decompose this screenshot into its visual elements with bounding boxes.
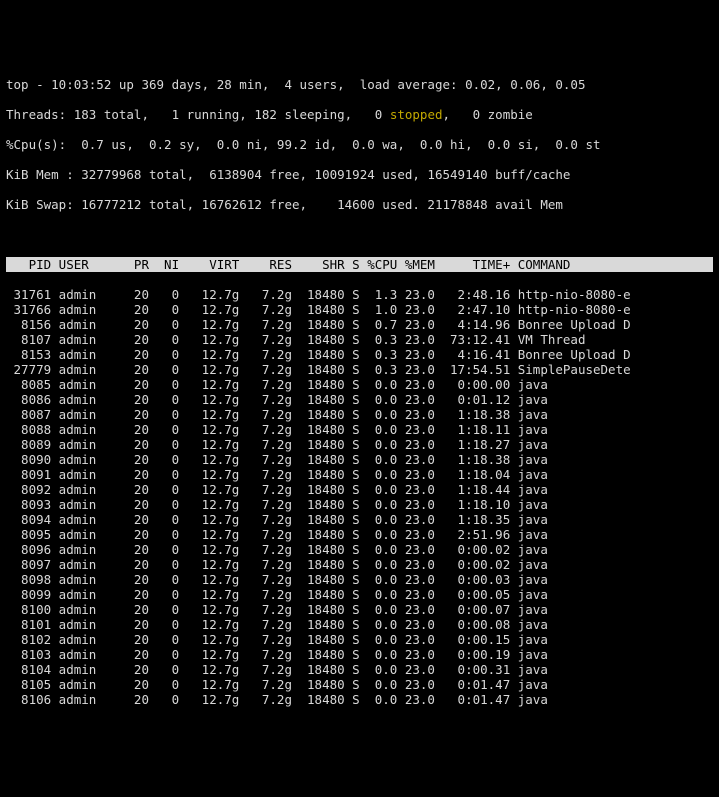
process-row: 8097 admin 20 0 12.7g 7.2g 18480 S 0.0 2… bbox=[6, 557, 713, 572]
process-row: 8096 admin 20 0 12.7g 7.2g 18480 S 0.0 2… bbox=[6, 542, 713, 557]
process-row: 8091 admin 20 0 12.7g 7.2g 18480 S 0.0 2… bbox=[6, 467, 713, 482]
process-row: 8104 admin 20 0 12.7g 7.2g 18480 S 0.0 2… bbox=[6, 662, 713, 677]
process-row: 8086 admin 20 0 12.7g 7.2g 18480 S 0.0 2… bbox=[6, 392, 713, 407]
process-row: 8105 admin 20 0 12.7g 7.2g 18480 S 0.0 2… bbox=[6, 677, 713, 692]
process-row: 8085 admin 20 0 12.7g 7.2g 18480 S 0.0 2… bbox=[6, 377, 713, 392]
process-list: 31761 admin 20 0 12.7g 7.2g 18480 S 1.3 … bbox=[6, 287, 713, 707]
top-summary-swap: KiB Swap: 16777212 total, 16762612 free,… bbox=[6, 197, 713, 212]
process-row: 8099 admin 20 0 12.7g 7.2g 18480 S 0.0 2… bbox=[6, 587, 713, 602]
process-row: 31766 admin 20 0 12.7g 7.2g 18480 S 1.0 … bbox=[6, 302, 713, 317]
terminal[interactable]: top - 10:03:52 up 369 days, 28 min, 4 us… bbox=[0, 60, 719, 722]
column-header: PID USER PR NI VIRT RES SHR S %CPU %MEM … bbox=[6, 257, 713, 272]
top-summary-line1: top - 10:03:52 up 369 days, 28 min, 4 us… bbox=[6, 77, 713, 92]
process-row: 8092 admin 20 0 12.7g 7.2g 18480 S 0.0 2… bbox=[6, 482, 713, 497]
process-row: 8088 admin 20 0 12.7g 7.2g 18480 S 0.0 2… bbox=[6, 422, 713, 437]
process-row: 8094 admin 20 0 12.7g 7.2g 18480 S 0.0 2… bbox=[6, 512, 713, 527]
process-row: 8087 admin 20 0 12.7g 7.2g 18480 S 0.0 2… bbox=[6, 407, 713, 422]
stopped-label: stopped bbox=[390, 107, 443, 122]
blank-line bbox=[6, 227, 713, 242]
process-row: 8153 admin 20 0 12.7g 7.2g 18480 S 0.3 2… bbox=[6, 347, 713, 362]
process-row: 8100 admin 20 0 12.7g 7.2g 18480 S 0.0 2… bbox=[6, 602, 713, 617]
process-row: 8098 admin 20 0 12.7g 7.2g 18480 S 0.0 2… bbox=[6, 572, 713, 587]
process-row: 8156 admin 20 0 12.7g 7.2g 18480 S 0.7 2… bbox=[6, 317, 713, 332]
process-row: 31761 admin 20 0 12.7g 7.2g 18480 S 1.3 … bbox=[6, 287, 713, 302]
process-row: 8090 admin 20 0 12.7g 7.2g 18480 S 0.0 2… bbox=[6, 452, 713, 467]
process-row: 8089 admin 20 0 12.7g 7.2g 18480 S 0.0 2… bbox=[6, 437, 713, 452]
top-summary-cpu: %Cpu(s): 0.7 us, 0.2 sy, 0.0 ni, 99.2 id… bbox=[6, 137, 713, 152]
process-row: 8103 admin 20 0 12.7g 7.2g 18480 S 0.0 2… bbox=[6, 647, 713, 662]
process-row: 8101 admin 20 0 12.7g 7.2g 18480 S 0.0 2… bbox=[6, 617, 713, 632]
process-row: 8107 admin 20 0 12.7g 7.2g 18480 S 0.3 2… bbox=[6, 332, 713, 347]
top-summary-threads: Threads: 183 total, 1 running, 182 sleep… bbox=[6, 107, 713, 122]
top-summary-mem: KiB Mem : 32779968 total, 6138904 free, … bbox=[6, 167, 713, 182]
process-row: 27779 admin 20 0 12.7g 7.2g 18480 S 0.3 … bbox=[6, 362, 713, 377]
process-row: 8106 admin 20 0 12.7g 7.2g 18480 S 0.0 2… bbox=[6, 692, 713, 707]
process-row: 8093 admin 20 0 12.7g 7.2g 18480 S 0.0 2… bbox=[6, 497, 713, 512]
process-row: 8102 admin 20 0 12.7g 7.2g 18480 S 0.0 2… bbox=[6, 632, 713, 647]
